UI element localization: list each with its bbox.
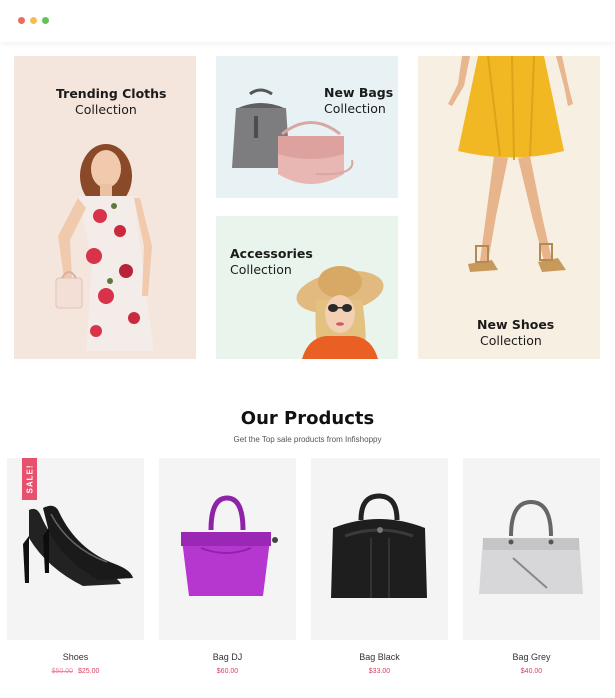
product-card-bag-black[interactable]: Bag Black $33.00 (311, 458, 448, 675)
product-name[interactable]: Bag Black (311, 652, 448, 662)
banner-new-shoes[interactable]: New Shoes Collection (418, 56, 600, 359)
old-price: $50.00 (51, 668, 73, 675)
product-name[interactable]: Bag DJ (159, 652, 296, 662)
product-name[interactable]: Bag Grey (463, 652, 600, 662)
banner-subtitle: Collection (480, 333, 542, 348)
banner-title: Accessories (230, 246, 313, 261)
sale-badge: SALE! (22, 458, 37, 500)
product-price: $40.00 (463, 668, 600, 675)
product-card-bag-grey[interactable]: Bag Grey $40.00 (463, 458, 600, 675)
product-card-bag-dj[interactable]: Bag DJ $60.00 (159, 458, 296, 675)
banner-title: New Bags (324, 85, 394, 100)
product-price: $33.00 (311, 668, 448, 675)
handbags-image (216, 56, 398, 198)
woman-sunhat-image (216, 216, 398, 359)
product-name[interactable]: Shoes (7, 652, 144, 662)
window-chrome (0, 0, 615, 42)
close-window-dot[interactable] (18, 17, 25, 24)
section-subtitle: Get the Top sale products from Infishopp… (233, 435, 382, 444)
current-price: $33.00 (368, 668, 391, 675)
banner-new-bags[interactable]: New Bags Collection (216, 56, 398, 198)
banner-trending-cloths[interactable]: Trending Cloths Collection (14, 56, 196, 359)
current-price: $60.00 (216, 668, 239, 675)
current-price: $40.00 (520, 668, 543, 675)
product-image-frame[interactable] (311, 458, 448, 640)
product-image-frame[interactable] (463, 458, 600, 640)
banner-title: New Shoes (477, 317, 555, 332)
grey-handbag-image (479, 499, 583, 594)
legs-sandals-image (418, 56, 600, 359)
product-price: $60.00 (159, 668, 296, 675)
banner-accessories[interactable]: Accessories Collection (216, 216, 398, 359)
maximize-window-dot[interactable] (42, 17, 49, 24)
banner-subtitle: Collection (230, 262, 292, 277)
purple-handbag-image (181, 495, 278, 596)
minimize-window-dot[interactable] (30, 17, 37, 24)
product-card-shoes[interactable]: SALE! Shoes $50.00 $25.00 (7, 458, 144, 675)
black-backpack-image (331, 493, 427, 598)
product-image-frame[interactable] (159, 458, 296, 640)
banner-subtitle: Collection (324, 101, 386, 116)
product-price: $50.00 $25.00 (7, 668, 144, 675)
product-image-frame[interactable]: SALE! (7, 458, 144, 640)
current-price: $25.00 (78, 668, 100, 675)
section-title: Our Products (240, 408, 375, 429)
banner-subtitle: Collection (75, 102, 137, 117)
banner-title: Trending Cloths (56, 86, 167, 101)
